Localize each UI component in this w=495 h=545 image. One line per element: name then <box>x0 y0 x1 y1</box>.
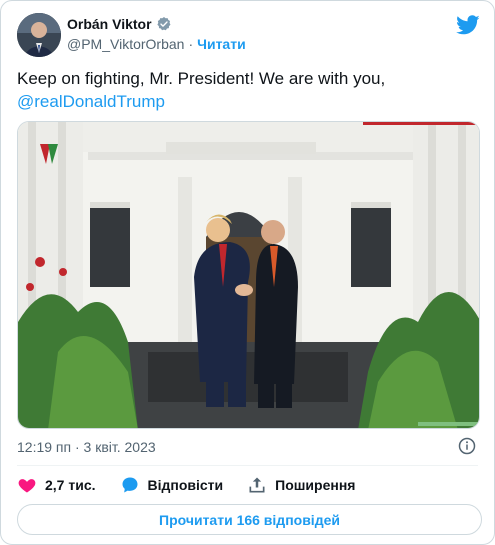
tweet-body: Keep on fighting, Mr. President! We are … <box>17 69 386 88</box>
separator-dot: · <box>188 36 194 52</box>
author-handle[interactable]: @PM_ViktorOrban <box>67 36 184 52</box>
reply-button[interactable]: Відповісти <box>120 475 224 495</box>
reply-label: Відповісти <box>147 477 224 493</box>
share-button[interactable]: Поширення <box>247 475 355 495</box>
author-avatar[interactable] <box>17 13 61 57</box>
author-name-row: Orbán Viktor <box>67 16 172 32</box>
share-label: Поширення <box>275 477 356 493</box>
like-button[interactable]: 2,7 тис. <box>17 475 96 495</box>
mention-link[interactable]: @realDonaldTrump <box>17 90 477 113</box>
info-icon[interactable] <box>458 437 476 455</box>
like-count: 2,7 тис. <box>45 477 96 493</box>
follow-link[interactable]: Читати <box>197 36 246 52</box>
author-handle-row: @PM_ViktorOrban · Читати <box>67 36 246 52</box>
photo-image <box>18 122 479 428</box>
author-name[interactable]: Orbán Viktor <box>67 16 152 32</box>
twitter-bird-icon[interactable] <box>456 13 480 37</box>
tweet-text: Keep on fighting, Mr. President! We are … <box>17 67 477 113</box>
read-replies-button[interactable]: Прочитати 166 відповідей <box>17 504 482 535</box>
heart-icon <box>18 479 36 493</box>
tweet-photo[interactable] <box>17 121 480 429</box>
tweet-actions: 2,7 тис. Відповісти Поширення <box>17 475 379 495</box>
divider <box>17 465 478 466</box>
tweet-card: Orbán Viktor @PM_ViktorOrban · Читати Ke… <box>0 0 495 545</box>
verified-badge-icon <box>156 17 171 31</box>
tweet-timestamp[interactable]: 12:19 пп · 3 квіт. 2023 <box>17 439 156 455</box>
reply-bubble-icon <box>122 477 137 493</box>
share-upload-icon <box>249 477 265 493</box>
